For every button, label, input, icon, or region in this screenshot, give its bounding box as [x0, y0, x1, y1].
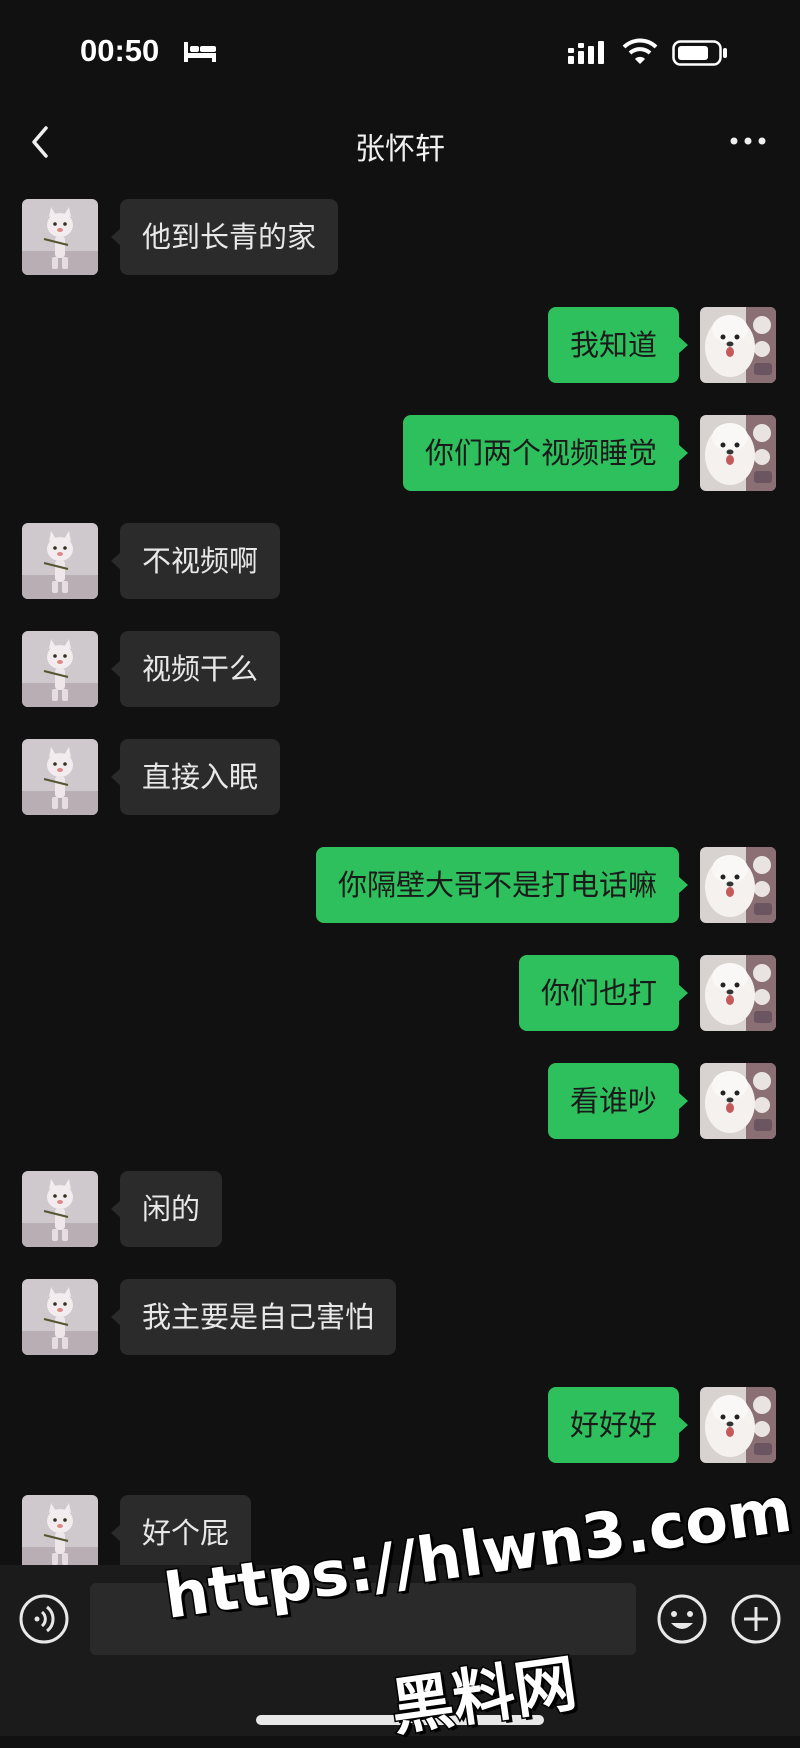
message-bubble[interactable]: 你们也打: [518, 955, 689, 1031]
message-incoming: 好个屁: [0, 1495, 800, 1565]
message-incoming: 不视频啊: [0, 523, 800, 601]
message-bubble[interactable]: 直接入眠: [110, 739, 281, 815]
contact-avatar[interactable]: [22, 199, 98, 275]
battery-icon: [672, 40, 727, 66]
contact-avatar[interactable]: [22, 631, 98, 707]
contact-avatar[interactable]: [22, 1279, 98, 1355]
status-bar: 00:50: [0, 0, 800, 100]
message-bubble[interactable]: 闲的: [110, 1171, 223, 1247]
my-avatar[interactable]: [700, 1063, 776, 1139]
plus-icon[interactable]: [730, 1593, 782, 1645]
my-avatar[interactable]: [700, 1387, 776, 1463]
my-avatar[interactable]: [700, 955, 776, 1031]
message-outgoing: 我知道: [0, 307, 800, 385]
contact-avatar[interactable]: [22, 1495, 98, 1565]
message-outgoing: 你们两个视频睡觉: [0, 415, 800, 493]
message-incoming: 直接入眠: [0, 739, 800, 817]
voice-icon[interactable]: [18, 1593, 70, 1645]
my-avatar[interactable]: [700, 307, 776, 383]
message-incoming: 视频干么: [0, 631, 800, 709]
contact-avatar[interactable]: [22, 739, 98, 815]
status-time: 00:50: [80, 33, 160, 68]
contact-avatar[interactable]: [22, 1171, 98, 1247]
chat-history[interactable]: 他到长青的家我知道你们两个视频睡觉不视频啊视频干么直接入眠 你隔壁大哥不是打电话嘛…: [0, 182, 800, 1565]
message-bubble[interactable]: 好个屁: [110, 1495, 252, 1565]
message-input[interactable]: [90, 1583, 636, 1655]
message-bubble[interactable]: 看谁吵: [547, 1063, 689, 1139]
bed-icon: [184, 42, 216, 62]
message-bubble[interactable]: 他到长青的家: [110, 199, 339, 275]
message-bubble[interactable]: 我主要是自己害怕: [110, 1279, 397, 1355]
message-incoming: 闲的: [0, 1171, 800, 1249]
nav-bar: 张怀轩: [0, 100, 800, 182]
message-incoming: 我主要是自己害怕: [0, 1279, 800, 1357]
message-bubble[interactable]: 好好好: [547, 1387, 689, 1463]
wifi-icon: [622, 38, 658, 64]
message-bubble[interactable]: 视频干么: [110, 631, 281, 707]
message-bubble[interactable]: 你们两个视频睡觉: [402, 415, 689, 491]
signal-icon: [568, 41, 604, 64]
message-incoming: 他到长青的家: [0, 199, 800, 277]
my-avatar[interactable]: [700, 847, 776, 923]
my-avatar[interactable]: [700, 415, 776, 491]
chat-title: 张怀轩: [355, 132, 445, 167]
contact-avatar[interactable]: [22, 523, 98, 599]
input-bar: [0, 1565, 800, 1736]
emoji-icon[interactable]: [656, 1593, 708, 1645]
message-bubble[interactable]: 不视频啊: [110, 523, 281, 599]
message-outgoing: 你们也打: [0, 955, 800, 1033]
more-icon[interactable]: [728, 134, 768, 148]
message-outgoing: 看谁吵: [0, 1063, 800, 1141]
home-indicator[interactable]: [256, 1715, 544, 1725]
message-outgoing: 好好好: [0, 1387, 800, 1465]
message-outgoing: 你隔壁大哥不是打电话嘛: [0, 847, 800, 925]
message-bubble[interactable]: 你隔壁大哥不是打电话嘛: [315, 847, 689, 923]
message-bubble[interactable]: 我知道: [547, 307, 689, 383]
